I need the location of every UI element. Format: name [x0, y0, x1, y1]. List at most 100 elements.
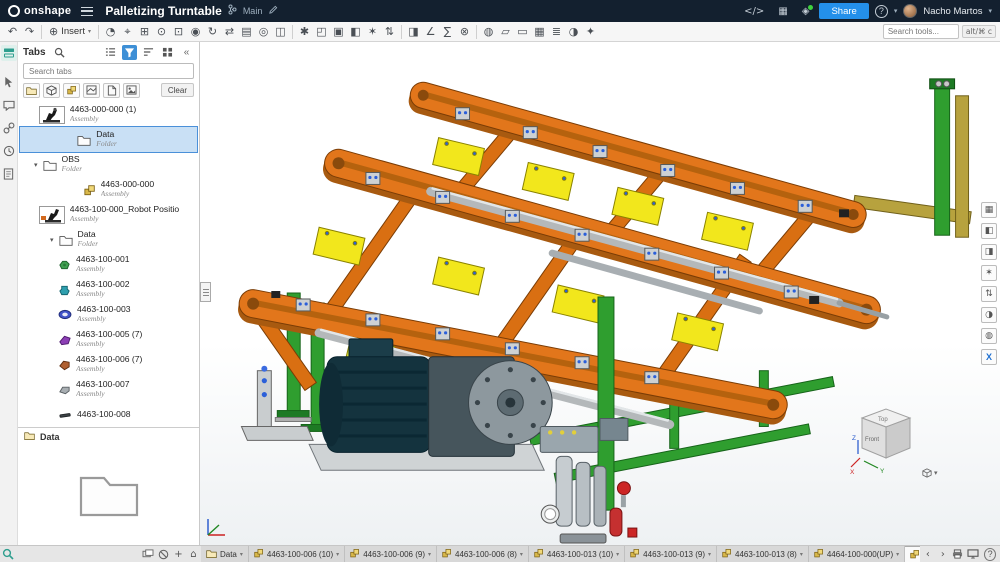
- tab-menu-caret-icon[interactable]: ▾: [240, 551, 243, 558]
- clear-filters-button[interactable]: Clear: [160, 83, 194, 97]
- scroll-tabs-right-button[interactable]: ›: [935, 547, 950, 562]
- shared-links-icon[interactable]: [1, 120, 17, 136]
- help-icon[interactable]: ?: [874, 4, 888, 18]
- filter-part-studio-chip[interactable]: [43, 82, 60, 98]
- tab-menu-caret-icon[interactable]: ▾: [520, 551, 523, 558]
- workspace-branch-label[interactable]: Main: [243, 6, 263, 16]
- document-tab[interactable]: 4464-100-000(Default)▾: [905, 546, 921, 562]
- mate-icon[interactable]: ⌖: [119, 23, 136, 40]
- document-tab[interactable]: 4463-100-006 (8) ▾: [437, 546, 529, 562]
- home-button[interactable]: ⌂: [186, 547, 201, 562]
- frame-icon[interactable]: ▭: [514, 23, 531, 40]
- hole-icon[interactable]: ◍: [480, 23, 497, 40]
- snapshot-icon[interactable]: ▣: [330, 23, 347, 40]
- viewport-3d[interactable]: ▦ ◧ ◨ ✶ ⇅ ◑ ◍ X Top Front Z X Y ▾: [200, 42, 1000, 545]
- sort-icon[interactable]: [141, 45, 156, 60]
- hidden-items-button[interactable]: ◍: [981, 328, 997, 344]
- filter-blob-chip[interactable]: [103, 82, 120, 98]
- expand-chevron-icon[interactable]: ▾: [34, 161, 38, 169]
- document-tab[interactable]: 4463-100-013 (9) ▾: [625, 546, 718, 562]
- onshape-logo[interactable]: onshape: [8, 5, 71, 17]
- exploded-views-button[interactable]: ✶: [981, 265, 997, 281]
- document-tab[interactable]: 4463-100-013 (10) ▾: [528, 546, 626, 562]
- interference-icon[interactable]: ⊗: [456, 23, 473, 40]
- bottom-panel-icon[interactable]: [0, 548, 16, 560]
- insert-tool-button[interactable]: ⊕ Insert ▾: [45, 23, 95, 41]
- tab-tree-item[interactable]: ▾ Data Folder: [20, 227, 197, 252]
- panel-resize-handle[interactable]: [200, 282, 211, 302]
- tabs-search-input[interactable]: [23, 63, 194, 79]
- scroll-tabs-left-button[interactable]: ‹: [920, 547, 935, 562]
- configurations-icon[interactable]: ✦: [582, 23, 599, 40]
- comments-icon[interactable]: [1, 97, 17, 113]
- user-avatar[interactable]: [903, 4, 918, 18]
- tables-icon[interactable]: ▦: [531, 23, 548, 40]
- undo-icon[interactable]: ↶: [4, 23, 21, 40]
- filter-folder-chip[interactable]: [23, 82, 40, 98]
- print-icon[interactable]: [950, 547, 965, 562]
- group-mates-icon[interactable]: ⊞: [136, 23, 153, 40]
- panels-icon[interactable]: ▦: [774, 6, 791, 17]
- list-view-icon[interactable]: [103, 45, 118, 60]
- tab-tree-item[interactable]: 4463-100-001 Assembly: [20, 252, 197, 277]
- tab-menu-caret-icon[interactable]: ▾: [708, 551, 711, 558]
- sheet-metal-icon[interactable]: ▱: [497, 23, 514, 40]
- fastened-mate-icon[interactable]: ◉: [187, 23, 204, 40]
- view-cube-menu-button[interactable]: ▾: [922, 466, 942, 479]
- tab-menu-caret-icon[interactable]: ▾: [428, 551, 431, 558]
- tab-menu-caret-icon[interactable]: ▾: [800, 551, 803, 558]
- replicate-icon[interactable]: ⊡: [170, 23, 187, 40]
- tab-tree-item[interactable]: 4463-000-000 (1) Assembly: [20, 102, 197, 127]
- sub-assembly-icon[interactable]: ◰: [313, 23, 330, 40]
- mass-properties-icon[interactable]: ∑: [439, 23, 456, 40]
- appearance-icon[interactable]: ◑: [565, 23, 582, 40]
- display-settings-icon[interactable]: [965, 547, 980, 562]
- tab-tree-item[interactable]: 4463-100-000_Robot Positio Assembly: [20, 202, 197, 227]
- tab-menu-caret-icon[interactable]: ▾: [896, 551, 899, 558]
- expand-chevron-icon[interactable]: ▾: [50, 236, 54, 244]
- tab-tree-item[interactable]: 4463-100-005 (7) Assembly: [20, 327, 197, 352]
- tab-tree-item[interactable]: ▾ OBS Folder: [20, 152, 197, 177]
- appearance-panel-button[interactable]: ◑: [981, 307, 997, 323]
- view-cube[interactable]: Top Front Z X Y: [848, 404, 920, 476]
- tab-tree-item[interactable]: 4463-100-002 Assembly: [20, 277, 197, 302]
- help-menu-caret-icon[interactable]: ▾: [894, 7, 898, 15]
- main-menu-icon[interactable]: [81, 6, 94, 16]
- tabs-manager-icon[interactable]: [0, 45, 17, 61]
- circular-pattern-icon[interactable]: ◎: [255, 23, 272, 40]
- rename-icon[interactable]: [268, 2, 278, 20]
- history-icon[interactable]: [1, 143, 17, 159]
- document-tab[interactable]: 4464-100-000(UP) ▾: [808, 546, 906, 562]
- user-menu-caret-icon[interactable]: ▾: [988, 7, 992, 15]
- sync-status-icon[interactable]: [156, 547, 171, 562]
- document-tab[interactable]: 4463-100-013 (8) ▾: [717, 546, 809, 562]
- filter-assembly-chip[interactable]: [63, 82, 80, 98]
- search-tools-input[interactable]: [882, 24, 959, 39]
- tab-tree-item[interactable]: Data Folder: [19, 126, 198, 153]
- named-views-button[interactable]: ◧: [981, 223, 997, 239]
- section-view-button[interactable]: ◨: [981, 244, 997, 260]
- search-icon[interactable]: [52, 45, 67, 60]
- follow-mode-icon[interactable]: [1, 74, 17, 90]
- tab-tree-item[interactable]: 4463-100-003 Assembly: [20, 302, 197, 327]
- featurescript-code-icon[interactable]: </>: [740, 6, 768, 17]
- slideshow-icon[interactable]: [141, 547, 156, 562]
- named-positions-button[interactable]: ⇅: [981, 286, 997, 302]
- offline-status-icon[interactable]: ◔: [102, 23, 119, 40]
- filter-icon[interactable]: [122, 44, 137, 60]
- tab-tree-item[interactable]: 4463-100-006 (7) Assembly: [20, 352, 197, 377]
- view-settings-button[interactable]: ▦: [981, 202, 997, 218]
- slider-mate-icon[interactable]: ⇄: [221, 23, 238, 40]
- standard-content-icon[interactable]: ✱: [296, 23, 313, 40]
- named-positions-icon[interactable]: ⇅: [381, 23, 398, 40]
- measure-icon[interactable]: ∠: [422, 23, 439, 40]
- document-tab[interactable]: 4463-100-006 (10) ▾: [248, 546, 346, 562]
- document-tab[interactable]: 4463-100-006 (9) ▾: [345, 546, 438, 562]
- document-tab[interactable]: Data ▾: [200, 546, 249, 562]
- learning-center-icon[interactable]: ◈: [798, 4, 814, 17]
- filter-image-chip[interactable]: [123, 82, 140, 98]
- bom-icon[interactable]: ≣: [548, 23, 565, 40]
- tab-menu-caret-icon[interactable]: ▾: [336, 551, 339, 558]
- mirror-icon[interactable]: ◫: [272, 23, 289, 40]
- display-states-icon[interactable]: ◧: [347, 23, 364, 40]
